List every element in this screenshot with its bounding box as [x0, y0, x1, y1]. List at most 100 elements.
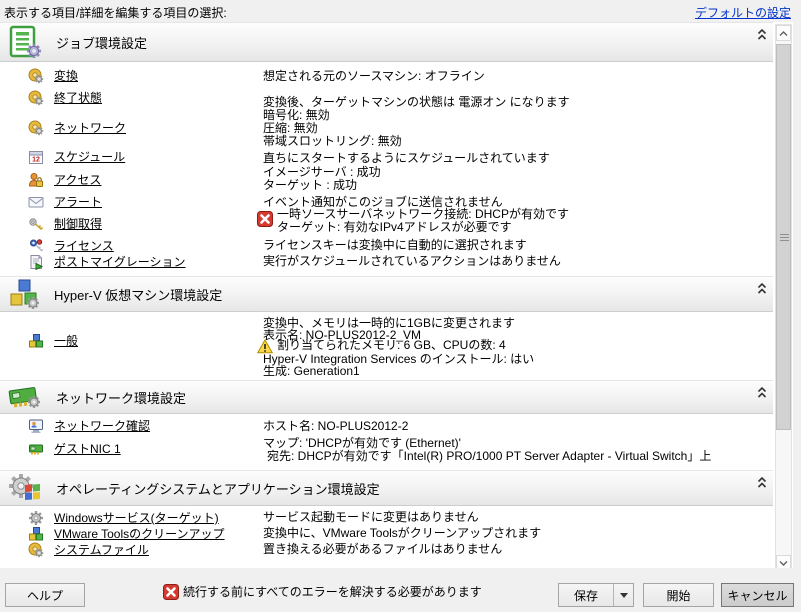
item-link-conversion[interactable]: 変換	[28, 67, 78, 84]
chevron-down-icon	[778, 559, 789, 568]
os-settings-icon	[8, 472, 42, 504]
scroll-up-button[interactable]	[776, 25, 791, 41]
detail-source-machine: 想定される元のソースマシン: オフライン	[263, 70, 485, 83]
gear-icon	[28, 510, 44, 526]
gear-disc-icon	[28, 120, 44, 136]
svg-text:12: 12	[32, 156, 40, 163]
double-chevron-up-icon	[756, 386, 768, 399]
job-settings-icon	[8, 25, 42, 59]
section-header-network: ネットワーク環境設定	[0, 380, 773, 414]
item-label: アラート	[54, 193, 102, 210]
item-label: システムファイル	[54, 541, 149, 558]
section-title-hyperv: Hyper-V 仮想マシン環境設定	[54, 285, 222, 304]
start-button[interactable]: 開始	[643, 583, 714, 607]
network-settings-icon	[8, 382, 42, 412]
item-label: スケジュール	[54, 148, 125, 165]
calendar-icon: 12	[28, 149, 44, 165]
detail-schedule: 直ちにスタートするようにスケジュールされています	[263, 152, 550, 165]
cubes-icon	[28, 333, 44, 349]
save-split-button[interactable]: 保存	[558, 583, 634, 607]
collapse-job-button[interactable]	[754, 26, 770, 42]
item-label: ライセンス	[54, 237, 114, 254]
detail-system-files: 置き換える必要があるファイルはありません	[263, 543, 502, 556]
section-header-hyperv: Hyper-V 仮想マシン環境設定	[0, 276, 773, 312]
item-link-alerts[interactable]: アラート	[28, 193, 102, 210]
detail-generation: 生成: Generation1	[263, 365, 360, 378]
item-label: ポストマイグレーション	[54, 253, 186, 270]
item-link-general[interactable]: 一般	[28, 332, 78, 349]
cubes-icon	[28, 526, 44, 542]
page-title: 表示する項目/詳細を編集する項目の選択:	[4, 4, 227, 21]
detail-target-status: ターゲット : 成功	[263, 179, 357, 192]
item-link-network[interactable]: ネットワーク	[28, 119, 126, 136]
collapse-os-button[interactable]	[754, 474, 770, 490]
section-header-job: ジョブ環境設定	[0, 22, 773, 62]
keys-icon	[28, 216, 44, 232]
gear-disc-icon	[28, 542, 44, 558]
chevron-up-icon	[778, 29, 789, 38]
defaults-settings-link[interactable]: デフォルトの設定	[695, 4, 791, 21]
item-link-schedule[interactable]: 12 スケジュール	[28, 148, 125, 165]
item-label: 終了状態	[54, 89, 102, 106]
hyperv-vm-settings-icon	[8, 278, 40, 310]
item-label: Windowsサービス(ターゲット)	[54, 509, 219, 526]
vertical-scrollbar[interactable]	[775, 24, 792, 572]
item-link-end-states[interactable]: 終了状態	[28, 89, 102, 106]
item-link-access[interactable]: アクセス	[28, 171, 101, 188]
envelope-icon	[28, 194, 44, 210]
user-computer-icon	[28, 418, 44, 434]
footer-error-message: 続行する前にすべてのエラーを解決する必要があります	[163, 584, 482, 600]
section-title-os: オペレーティングシステムとアプリケーション環境設定	[56, 479, 380, 498]
start-button-label: 開始	[666, 587, 690, 604]
cancel-button[interactable]: キャンセル	[721, 583, 794, 607]
double-chevron-up-icon	[756, 28, 768, 41]
item-label: ネットワーク	[54, 119, 126, 136]
item-label: 制御取得	[54, 215, 102, 232]
item-link-license[interactable]: ライセンス	[28, 237, 114, 254]
scrollbar-grip	[780, 234, 789, 241]
item-link-vmware-tools-cleanup[interactable]: VMware Toolsのクリーンアップ	[28, 525, 225, 542]
item-label: VMware Toolsのクリーンアップ	[54, 525, 225, 542]
item-label: アクセス	[54, 171, 101, 188]
script-play-icon	[28, 254, 44, 270]
job-configuration-window: 表示する項目/詳細を編集する項目の選択: デフォルトの設定 ジョブ環境設定	[0, 0, 801, 612]
detail-vmware-cleanup: 変換中に、VMware Toolsがクリーンアップされます	[263, 527, 541, 540]
help-button-label: ヘルプ	[27, 587, 63, 604]
double-chevron-up-icon	[756, 476, 768, 489]
item-link-post-migration[interactable]: ポストマイグレーション	[28, 253, 186, 270]
detail-license: ライセンスキーは変換中に自動的に選択されます	[263, 239, 527, 252]
detail-take-control-error: 一時ソースサーバネットワーク接続: DHCPが有効です ターゲット: 有効なIP…	[257, 208, 569, 234]
nic-card-icon	[28, 441, 44, 457]
item-label: ゲストNIC 1	[54, 440, 121, 457]
user-lock-icon	[28, 172, 44, 188]
cancel-button-label: キャンセル	[727, 587, 787, 604]
save-button-label[interactable]: 保存	[559, 587, 613, 604]
help-button[interactable]: ヘルプ	[5, 583, 85, 607]
footer-error-text: 続行する前にすべてのエラーを解決する必要があります	[183, 584, 482, 600]
item-link-take-control[interactable]: 制御取得	[28, 215, 102, 232]
section-header-os: オペレーティングシステムとアプリケーション環境設定	[0, 470, 773, 506]
item-link-guest-nic[interactable]: ゲストNIC 1	[28, 440, 121, 457]
error-icon	[257, 211, 273, 227]
detail-take-control-error-line2: ターゲット: 有効なIPv4アドレスが必要です	[277, 221, 569, 234]
item-link-network-check[interactable]: ネットワーク確認	[28, 417, 150, 434]
scrollbar-thumb[interactable]	[776, 44, 791, 430]
section-title-job: ジョブ環境設定	[56, 33, 147, 52]
collapse-network-button[interactable]	[754, 384, 770, 400]
item-label: 一般	[54, 332, 78, 349]
detail-memory-cpu: 割り当てられたメモリ: 6 GB、CPUの数: 4	[277, 339, 506, 352]
detail-services-mode: サービス起動モードに変更はありません	[263, 511, 479, 524]
gear-disc-icon	[28, 90, 44, 106]
save-dropdown-button[interactable]	[613, 584, 633, 606]
gear-disc-icon	[28, 68, 44, 84]
section-title-network: ネットワーク環境設定	[56, 388, 186, 407]
collapse-hyperv-button[interactable]	[754, 280, 770, 296]
detail-nic-dest: 宛先: DHCPが有効です「Intel(R) PRO/1000 PT Serve…	[267, 450, 711, 463]
item-label: ネットワーク確認	[54, 417, 150, 434]
item-link-windows-services[interactable]: Windowsサービス(ターゲット)	[28, 509, 219, 526]
detail-post-migration: 実行がスケジュールされているアクションはありません	[263, 255, 561, 268]
item-label: 変換	[54, 67, 78, 84]
item-link-system-files[interactable]: システムファイル	[28, 541, 149, 558]
detail-throttling: 帯域スロットリング: 無効	[263, 135, 402, 148]
error-icon	[163, 584, 179, 600]
